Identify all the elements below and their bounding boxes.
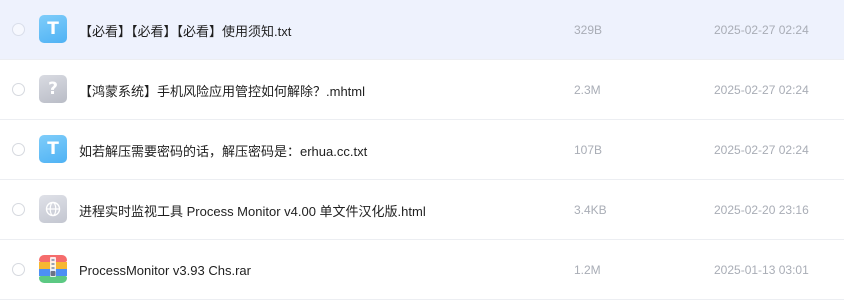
file-size: 107B <box>574 143 603 157</box>
file-date: 2025-02-27 02:24 <box>714 143 809 157</box>
row-checkbox[interactable] <box>12 143 25 156</box>
txt-file-icon: T <box>39 135 67 163</box>
file-row[interactable]: ? 【鸿蒙系统】手机风险应用管控如何解除？.mhtml 2.3M 2025-02… <box>0 60 844 120</box>
row-checkbox[interactable] <box>12 263 25 276</box>
file-size: 329B <box>574 23 603 37</box>
file-row[interactable]: T 如若解压需要密码的话，解压密码是：erhua.cc.txt 107B 202… <box>0 120 844 180</box>
file-row[interactable]: 进程实时监视工具 Process Monitor v4.00 单文件汉化版.ht… <box>0 180 844 240</box>
file-name[interactable]: 【鸿蒙系统】手机风险应用管控如何解除？.mhtml <box>79 60 365 120</box>
row-checkbox[interactable] <box>12 23 25 36</box>
row-checkbox[interactable] <box>12 83 25 96</box>
file-size: 1.2M <box>574 263 601 277</box>
file-size: 3.4KB <box>574 203 607 217</box>
archive-stack-icon <box>39 255 67 283</box>
file-size: 2.3M <box>574 83 601 97</box>
file-list: T 【必看】【必看】【必看】使用须知.txt 329B 2025-02-27 0… <box>0 0 844 300</box>
file-row[interactable]: ProcessMonitor v3.93 Chs.rar 1.2M 2025-0… <box>0 240 844 300</box>
unknown-file-icon: ? <box>39 75 67 103</box>
file-name[interactable]: 如若解压需要密码的话，解压密码是：erhua.cc.txt <box>79 120 367 180</box>
file-row[interactable]: T 【必看】【必看】【必看】使用须知.txt 329B 2025-02-27 0… <box>0 0 844 60</box>
txt-file-icon: T <box>39 15 67 43</box>
rar-archive-icon <box>39 255 67 283</box>
file-date: 2025-02-27 02:24 <box>714 83 809 97</box>
file-name[interactable]: 【必看】【必看】【必看】使用须知.txt <box>79 0 291 60</box>
file-name[interactable]: ProcessMonitor v3.93 Chs.rar <box>79 240 251 300</box>
file-date: 2025-02-20 23:16 <box>714 203 809 217</box>
file-date: 2025-02-27 02:24 <box>714 23 809 37</box>
globe-icon <box>45 201 61 217</box>
file-name[interactable]: 进程实时监视工具 Process Monitor v4.00 单文件汉化版.ht… <box>79 180 426 240</box>
file-date: 2025-01-13 03:01 <box>714 263 809 277</box>
row-checkbox[interactable] <box>12 203 25 216</box>
html-file-globe-icon <box>39 195 67 223</box>
